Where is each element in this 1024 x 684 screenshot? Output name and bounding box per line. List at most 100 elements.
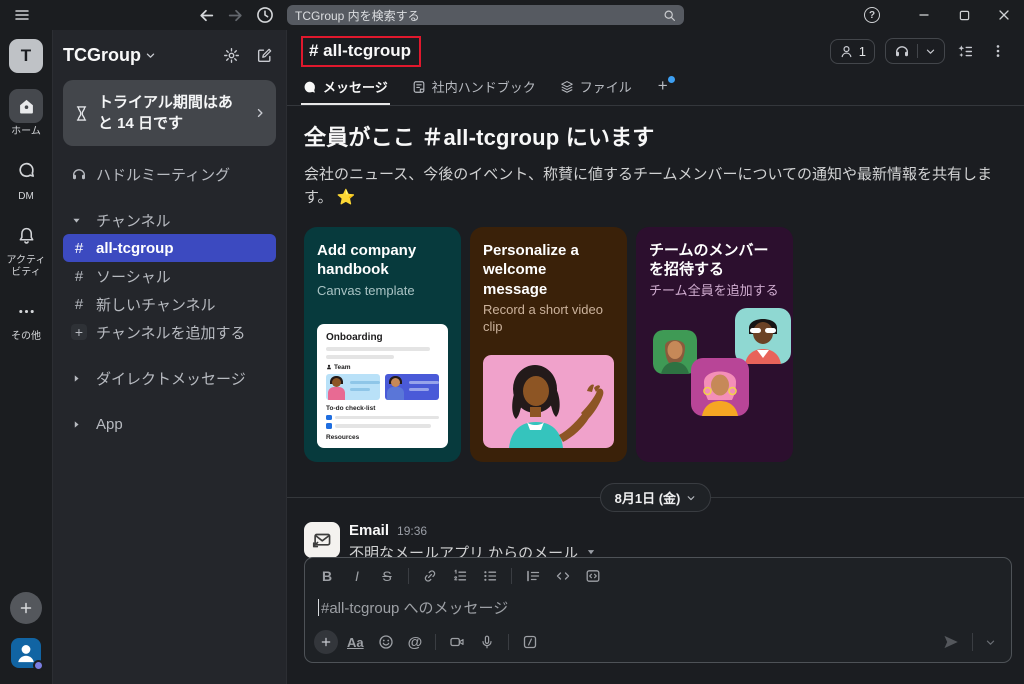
chevron-down-icon <box>145 50 156 61</box>
card-welcome-video[interactable]: Personalize a welcome message Record a s… <box>470 227 627 462</box>
code-button[interactable] <box>550 565 576 587</box>
person-icon <box>839 44 854 59</box>
help-icon[interactable]: ? <box>864 7 880 23</box>
preview-resources-label: Resources <box>326 434 439 441</box>
create-new-button[interactable] <box>10 592 42 624</box>
huddle-meeting-item[interactable]: ハドルミーティング <box>63 160 276 188</box>
channel-item-social[interactable]: # ソーシャル <box>63 262 276 290</box>
search-input[interactable]: TCGroup 内を検索する <box>287 5 684 25</box>
history-forward-button[interactable] <box>225 5 246 26</box>
card-subtitle: Canvas template <box>317 283 448 300</box>
tab-handbook[interactable]: 社内ハンドブック <box>410 71 538 105</box>
card-subtitle: Record a short video clip <box>483 302 614 336</box>
formatting-toggle-button[interactable]: Aa <box>342 635 369 650</box>
preview-heading: Onboarding <box>326 332 439 343</box>
link-button[interactable] <box>417 565 443 587</box>
preview-checklist-row <box>326 423 439 429</box>
ordered-list-button[interactable] <box>447 565 473 587</box>
new-message-compose-icon[interactable] <box>253 44 276 67</box>
card-subtitle: チーム全員を追加する <box>649 283 780 300</box>
video-clip-button[interactable] <box>444 631 470 653</box>
channel-tabs: メッセージ 社内ハンドブック ファイル + <box>287 72 1024 106</box>
preview-checklist-row <box>326 415 439 421</box>
workspace-name: TCGroup <box>63 45 141 66</box>
channel-canvas-icon[interactable] <box>953 39 978 64</box>
caret-right-icon <box>71 373 87 384</box>
email-app-avatar[interactable] <box>304 522 340 558</box>
user-avatar[interactable] <box>11 638 41 668</box>
history-back-button[interactable] <box>196 5 217 26</box>
channel-item-new-channel[interactable]: # 新しいチャンネル <box>63 290 276 318</box>
message-sender[interactable]: Email <box>349 522 389 539</box>
rail-item-more[interactable]: その他 <box>2 294 50 343</box>
preview-bar <box>326 355 394 359</box>
code-block-button[interactable] <box>580 565 606 587</box>
preview-member-tile <box>385 374 439 400</box>
send-options-chevron[interactable] <box>979 637 1002 648</box>
chevron-down-icon <box>925 46 936 57</box>
message-input[interactable]: #all-tcgroup へのメッセージ <box>318 597 998 618</box>
trial-banner[interactable]: トライアル期間はあと 14 日です <box>63 80 276 146</box>
hamburger-menu-icon[interactable] <box>10 3 34 27</box>
mention-button[interactable]: @ <box>403 634 428 651</box>
toolbar-divider <box>408 568 409 584</box>
card-invite-members[interactable]: チームのメンバーを招待する チーム全員を追加する <box>636 227 793 462</box>
collapse-triangle-icon[interactable] <box>586 547 596 557</box>
toolbar-divider <box>511 568 512 584</box>
strikethrough-button[interactable]: S <box>374 565 400 587</box>
bullet-list-button[interactable] <box>477 565 503 587</box>
attach-plus-button[interactable] <box>314 630 338 654</box>
tab-add-button[interactable]: + <box>654 74 672 105</box>
card-title: チームのメンバーを招待する <box>649 241 780 280</box>
message-timestamp[interactable]: 19:36 <box>397 524 427 538</box>
tab-label: 社内ハンドブック <box>432 77 536 96</box>
sidebar: TCGroup トライアル期間はあと 14 日です ハドルミーティング <box>52 30 286 684</box>
channel-item-all-tcgroup[interactable]: # all-tcgroup <box>63 234 276 262</box>
search-icon <box>663 9 676 22</box>
emoji-button[interactable] <box>373 631 399 653</box>
rail-item-home[interactable]: ホーム <box>2 89 50 138</box>
tab-label: ファイル <box>580 77 632 96</box>
send-button[interactable] <box>936 633 966 651</box>
headphones-icon <box>71 166 87 182</box>
card-title: Personalize a welcome message <box>483 241 614 300</box>
rail-item-dm[interactable]: DM <box>2 154 50 203</box>
maximize-button[interactable] <box>944 0 984 30</box>
main-panel: # all-tcgroup 1 <box>286 30 1024 684</box>
channel-title[interactable]: # all-tcgroup <box>309 41 411 61</box>
workspace-switcher-button[interactable]: T <box>9 39 43 73</box>
card-add-handbook[interactable]: Add company handbook Canvas template Onb… <box>304 227 461 462</box>
tab-files[interactable]: ファイル <box>558 71 634 105</box>
channels-section-header[interactable]: チャンネル <box>63 206 276 234</box>
bold-button[interactable]: B <box>314 565 340 587</box>
minimize-button[interactable] <box>904 0 944 30</box>
canvas-icon <box>412 80 426 94</box>
more-dots-icon <box>9 294 43 328</box>
channel-name: all-tcgroup <box>96 240 174 257</box>
workspace-name-button[interactable]: TCGroup <box>63 45 156 66</box>
huddle-button[interactable] <box>885 38 945 64</box>
message-composer: B I S <box>304 557 1012 663</box>
rail-item-activity[interactable]: アクティビティ <box>2 218 50 278</box>
close-button[interactable] <box>984 0 1024 30</box>
input-placeholder: #all-tcgroup へのメッセージ <box>321 597 508 618</box>
member-count-button[interactable]: 1 <box>830 39 875 64</box>
tab-messages[interactable]: メッセージ <box>301 71 390 105</box>
status-dot <box>33 660 44 671</box>
italic-button[interactable]: I <box>344 565 370 587</box>
shortcuts-slash-button[interactable] <box>517 631 543 653</box>
blockquote-button[interactable] <box>520 565 546 587</box>
date-pill-button[interactable]: 8月1日 (金) <box>600 483 712 512</box>
text-caret <box>318 599 319 616</box>
hash-icon: # <box>71 268 87 285</box>
settings-gear-icon[interactable] <box>220 44 243 67</box>
welcome-description-text: 会社のニュース、今後のイベント、称賛に値するチームメンバーについての通知や最新情… <box>304 166 992 206</box>
dm-section-header[interactable]: ダイレクトメッセージ <box>63 364 276 392</box>
history-clock-button[interactable] <box>254 4 276 26</box>
apps-section-header[interactable]: App <box>63 410 276 438</box>
audio-clip-button[interactable] <box>474 631 500 653</box>
title-bar: TCGroup 内を検索する ? <box>0 0 1024 30</box>
layers-icon <box>560 80 574 94</box>
add-channel-button[interactable]: + チャンネルを追加する <box>63 318 276 346</box>
kebab-menu-icon[interactable] <box>986 39 1010 63</box>
